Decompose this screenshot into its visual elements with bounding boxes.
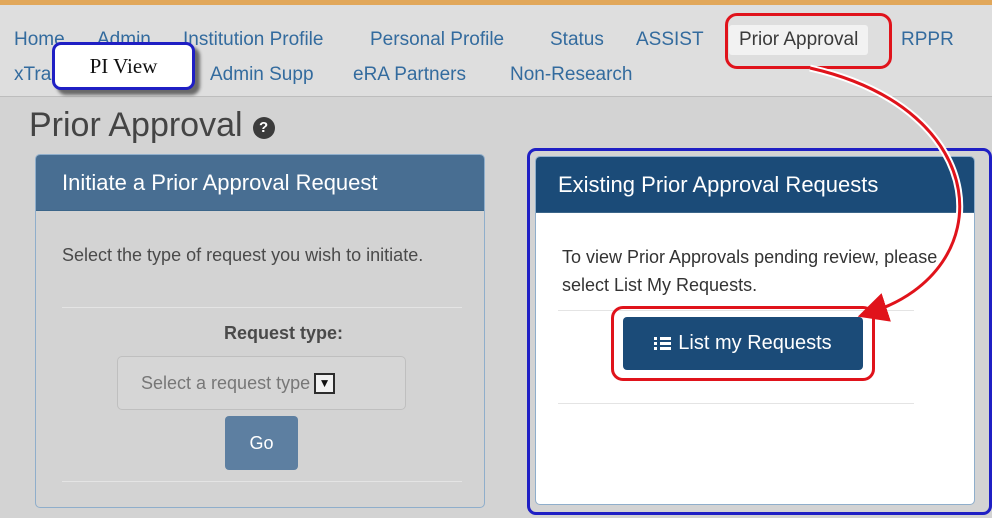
annotation-arrow — [809, 64, 964, 322]
